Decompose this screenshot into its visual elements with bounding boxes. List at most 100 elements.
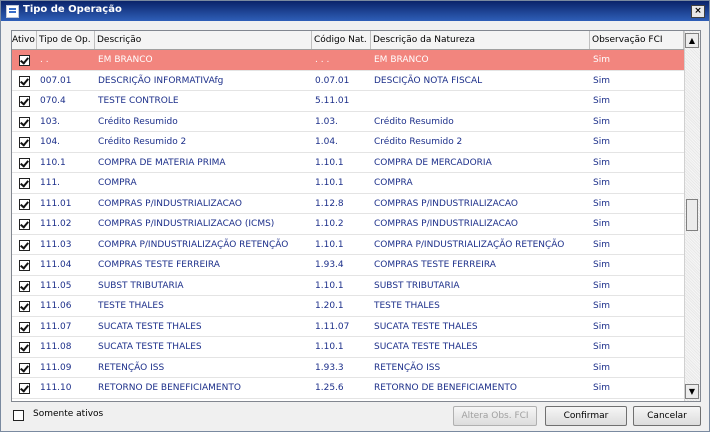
codigo-cell: 5.11.01 [315,96,350,106]
tipo-cell: 103. [40,116,61,127]
operations-grid[interactable]: Ativo Tipo de Op. Descrição Código Nat. … [11,30,701,402]
table-row[interactable]: 111.01 COMPRAS P/INDUSTRIALIZACAO 1.12.8 CO… [12,194,684,214]
table-row[interactable]: 007.01 DESCRIÇÃO INFORMATIVAfg 0.07.01 DESC… [12,71,684,91]
scroll-thumb[interactable] [686,199,698,231]
only-active-checkbox[interactable] [13,410,24,421]
table-row[interactable]: . . EM BRANCO . . . EM BRANCO Sim [12,50,684,71]
table-row[interactable]: 103. Crédito Resumido 1.03. Crédito Resumid… [12,112,684,132]
fci-cell: Sim [593,157,610,168]
grid-header: Ativo Tipo de Op. Descrição Código Nat. … [12,31,684,50]
codigo-cell: 1.10.1 [315,239,344,250]
only-active-label: Somente ativos [33,409,104,419]
close-button[interactable]: × [691,5,705,18]
grid-body: . . EM BRANCO . . . EM BRANCO Sim 007.01 DESCR… [12,50,684,399]
fci-cell: Sim [593,301,610,311]
active-checkbox[interactable] [19,260,30,271]
dialog-window: Tipo de Operação × Ativo Tipo de Op. Des… [0,0,710,432]
descricao-cell: COMPRAS TESTE FERREIRA [98,260,220,270]
active-cell [12,50,37,70]
active-cell [12,112,37,132]
descricao-cell: Crédito Resumido [98,116,178,127]
natureza-cell: COMPRAS P/INDUSTRIALIZACAO [374,198,519,209]
vertical-scrollbar[interactable]: ▲ ▼ [684,31,700,401]
tipo-cell: 110.1 [40,157,66,168]
descricao-cell: COMPRA DE MATERIA PRIMA [98,157,226,168]
tipo-cell: 111.08 [40,342,72,352]
column-header-fci[interactable]: Observação FCI [590,31,684,49]
codigo-cell: 1.03. [315,116,338,127]
scroll-up-button[interactable]: ▲ [685,33,699,48]
table-row[interactable]: 111.06 TESTE THALES 1.20.1 TESTE THALES Sim [12,296,684,317]
column-header-ativo[interactable]: Ativo [12,31,37,49]
column-header-descricao[interactable]: Descrição [95,31,312,49]
active-checkbox[interactable] [19,321,30,333]
descricao-cell: SUCATA TESTE THALES [98,321,202,332]
active-checkbox[interactable] [19,96,30,107]
active-checkbox[interactable] [19,301,30,312]
active-cell [12,276,37,296]
active-checkbox[interactable] [19,178,30,189]
descricao-cell: COMPRAS P/INDUSTRIALIZACAO (ICMS) [98,219,275,229]
table-row[interactable]: 111.07 SUCATA TESTE THALES 1.11.07 SUCATA T… [12,317,684,337]
descricao-cell: SUCATA TESTE THALES [98,342,202,352]
table-row[interactable]: 070.4 TESTE CONTROLE 5.11.01 Sim [12,91,684,112]
active-cell [12,91,37,111]
active-checkbox[interactable] [19,55,30,66]
fci-cell: Sim [593,198,610,209]
title-bar: Tipo de Operação × [1,1,709,21]
fci-cell: Sim [593,321,610,332]
active-checkbox[interactable] [19,219,30,230]
window-title: Tipo de Operação [23,4,122,15]
fci-cell: Sim [593,362,610,373]
fci-cell: Sim [593,116,610,127]
active-checkbox[interactable] [19,280,30,292]
natureza-cell: EM BRANCO [374,55,429,65]
table-row[interactable]: 111.05 SUBST TRIBUTARIA 1.10.1 SUBST TRIBUT… [12,276,684,296]
column-header-natureza[interactable]: Descrição da Natureza [371,31,590,49]
active-checkbox[interactable] [19,75,30,87]
scroll-down-button[interactable]: ▼ [685,384,699,399]
active-cell [12,194,37,214]
active-checkbox[interactable] [19,198,30,210]
active-checkbox[interactable] [19,116,30,128]
cancel-button[interactable]: Cancelar [633,406,701,426]
table-row[interactable]: 110.1 COMPRA DE MATERIA PRIMA 1.10.1 COMPRA… [12,153,684,173]
column-header-codigo[interactable]: Código Nat. [312,31,371,49]
confirm-button[interactable]: Confirmar [545,406,627,426]
natureza-cell: COMPRA [374,178,413,188]
descricao-cell: SUBST TRIBUTARIA [98,280,184,291]
natureza-cell: RETENÇÃO ISS [374,362,441,373]
natureza-cell: Crédito Resumido 2 [374,137,463,147]
natureza-cell: RETORNO DE BENEFICIAMENTO [374,383,517,393]
table-row[interactable]: 111.03 COMPRA P/INDUSTRIALIZAÇÃO RETENÇÃO… [12,235,684,255]
alter-fci-button[interactable]: Altera Obs. FCI [453,406,537,426]
table-row[interactable]: 111.08 SUCATA TESTE THALES 1.10.1 SUCATA TE… [12,337,684,358]
column-header-tipo[interactable]: Tipo de Op. [37,31,95,49]
tipo-cell: 111.10 [40,383,72,393]
active-checkbox[interactable] [19,362,30,374]
table-row[interactable]: 111.09 RETENÇÃO ISS 1.93.3 RETENÇÃO ISS Sim [12,358,684,378]
descricao-cell: Crédito Resumido 2 [98,137,187,147]
active-cell [12,235,37,255]
natureza-cell: COMPRAS TESTE FERREIRA [374,260,496,270]
table-row[interactable]: 111.02 COMPRAS P/INDUSTRIALIZACAO (ICMS) 1… [12,214,684,235]
active-cell [12,153,37,173]
active-checkbox[interactable] [19,157,30,169]
codigo-cell: . . . [315,55,330,65]
tipo-cell: 070.4 [40,96,66,106]
table-row[interactable]: 111.10 RETORNO DE BENEFICIAMENTO 1.25.6 RET… [12,378,684,399]
descricao-cell: COMPRA [98,178,137,188]
natureza-cell: SUCATA TESTE THALES [374,342,478,352]
active-checkbox[interactable] [19,137,30,148]
codigo-cell: 1.93.3 [315,362,344,373]
tipo-cell: 111.07 [40,321,72,332]
active-checkbox[interactable] [19,342,30,353]
codigo-cell: 1.10.1 [315,342,344,352]
table-row[interactable]: 111. COMPRA 1.10.1 COMPRA Sim [12,173,684,194]
table-row[interactable]: 104. Crédito Resumido 2 1.04. Crédito Resum… [12,132,684,153]
fci-cell: Sim [593,178,610,188]
active-checkbox[interactable] [19,239,30,251]
active-checkbox[interactable] [19,383,30,394]
codigo-cell: 1.25.6 [315,383,344,393]
table-row[interactable]: 111.04 COMPRAS TESTE FERREIRA 1.93.4 COMPRA… [12,255,684,276]
